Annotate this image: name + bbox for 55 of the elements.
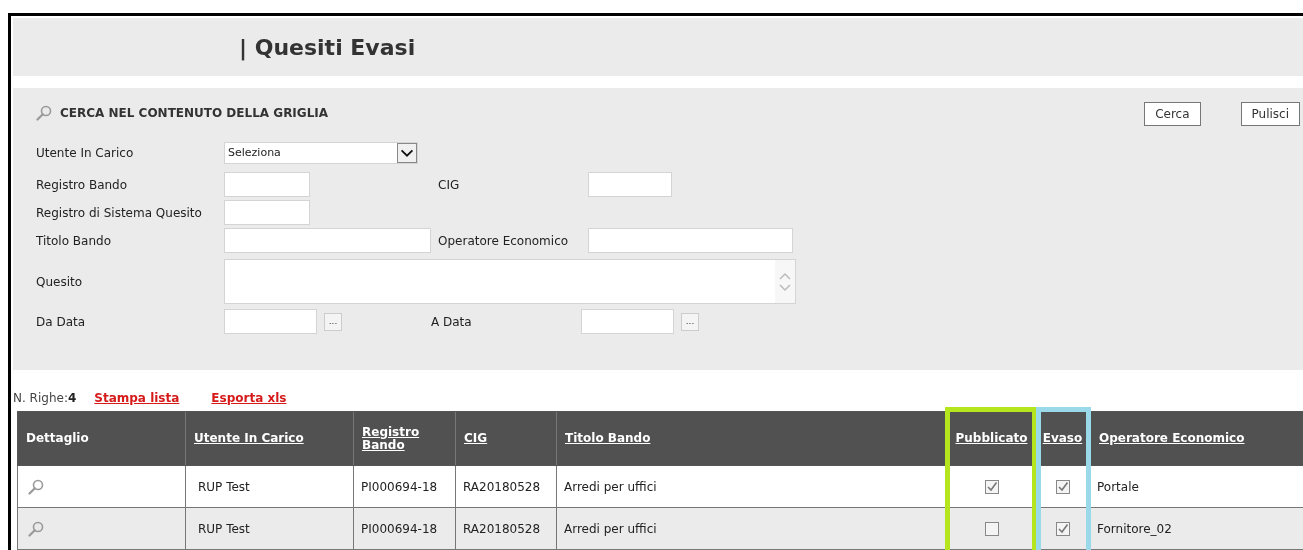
search-icon	[36, 105, 52, 121]
chevron-up-icon[interactable]	[779, 271, 791, 280]
field-label: Titolo Bando	[36, 232, 112, 250]
column-header[interactable]: Pubblicato	[949, 412, 1035, 465]
search-button[interactable]: Cerca	[1144, 102, 1201, 126]
date-field[interactable]	[581, 309, 674, 334]
dropdown[interactable]: Seleziona	[224, 142, 418, 164]
checked-checkbox[interactable]	[1055, 479, 1070, 494]
search-icon	[28, 520, 44, 537]
table-cell: RA20180528	[456, 466, 557, 507]
export-link[interactable]: Stampa lista	[94, 389, 180, 407]
table-cell-text: Fornitore_02	[1096, 520, 1173, 538]
table-cell: Arredi per uffici	[557, 508, 949, 549]
column-header[interactable]: Utente In Carico	[186, 412, 354, 465]
text-field[interactable]	[224, 172, 310, 197]
search-icon	[28, 478, 44, 495]
text-field[interactable]	[588, 228, 793, 253]
field-label: Registro Bando	[36, 176, 129, 194]
table-cell: RA20180528	[456, 508, 557, 549]
table-cell-text: Portale	[1096, 478, 1140, 496]
column-header[interactable]: Evaso	[1035, 412, 1091, 465]
text-field[interactable]	[224, 200, 310, 225]
table-cell: RUP Test	[186, 466, 354, 507]
date-picker-button[interactable]: ...	[324, 312, 342, 331]
table-cell: PI000694-18	[354, 466, 456, 507]
field-label: Registro di Sistema Quesito	[36, 204, 203, 222]
column-header: Dettaglio	[18, 412, 186, 465]
page-title: | Quesiti Evasi	[239, 33, 416, 63]
chevron-down-icon[interactable]	[779, 283, 791, 292]
field-label: Operatore Economico	[438, 232, 570, 250]
export-link[interactable]: Esporta xls	[211, 389, 287, 407]
field-label: Da Data	[36, 313, 87, 331]
checkbox[interactable]	[984, 521, 999, 536]
date-picker-button[interactable]: ...	[681, 312, 699, 331]
text-area[interactable]	[224, 259, 796, 304]
row-count: N. Righe:4	[13, 390, 77, 407]
field-label: A Data	[431, 313, 473, 331]
section-heading: CERCA NEL CONTENUTO DELLA GRIGLIA	[60, 105, 329, 122]
column-header[interactable]: CIG	[456, 412, 557, 465]
column-header[interactable]: Registro Bando	[354, 412, 456, 465]
column-header[interactable]: Operatore Economico	[1091, 412, 1302, 465]
table-cell: PI000694-18	[354, 508, 456, 549]
table-cell: RUP Test	[186, 508, 354, 549]
checked-checkbox[interactable]	[984, 479, 999, 494]
field-label: Quesito	[36, 273, 84, 291]
table-cell: Arredi per uffici	[557, 466, 949, 507]
checked-checkbox[interactable]	[1055, 521, 1070, 536]
text-field[interactable]	[588, 172, 672, 197]
field-label: CIG	[438, 176, 461, 194]
date-field[interactable]	[224, 309, 317, 334]
field-label: Utente In Carico	[36, 145, 135, 162]
text-field[interactable]	[224, 228, 431, 253]
column-header[interactable]: Titolo Bando	[557, 412, 949, 465]
chevron-down-icon	[397, 143, 417, 163]
search-button[interactable]: Pulisci	[1240, 102, 1300, 126]
